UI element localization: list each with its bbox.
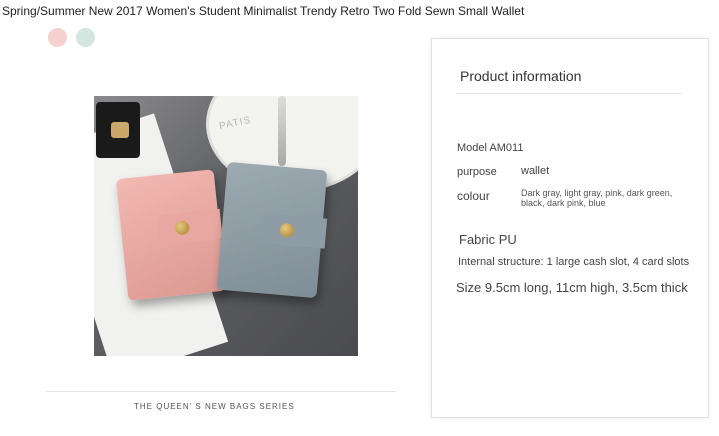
spec-internal-structure: Internal structure: 1 large cash slot, 4… <box>458 256 690 268</box>
wallet-strap <box>260 213 328 249</box>
product-title: Spring/Summer New 2017 Women's Student M… <box>2 4 525 18</box>
panel-heading: Product information <box>460 68 582 84</box>
wallet-strap <box>155 208 223 246</box>
product-info-panel <box>431 38 709 418</box>
bottle-cap <box>111 122 129 138</box>
spoon <box>278 96 286 166</box>
spec-size: Size 9.5cm long, 11cm high, 3.5cm thick <box>456 280 688 295</box>
snap-button <box>174 220 191 236</box>
spec-colour-label: colour <box>457 189 490 203</box>
spec-colour-value: Dark gray, light gray, pink, dark green,… <box>521 188 673 208</box>
wallet-blue <box>216 161 328 299</box>
color-swatch-green[interactable] <box>76 28 95 47</box>
spec-purpose-value: wallet <box>521 165 550 177</box>
spec-fabric: Fabric PU <box>459 232 517 247</box>
series-caption: THE QUEEN' S NEW BAGS SERIES <box>134 402 295 411</box>
perfume-bottle <box>96 102 140 158</box>
divider <box>46 391 396 392</box>
spec-purpose-label: purpose <box>457 166 497 178</box>
wallet-pink <box>115 169 227 301</box>
product-photo: PATIS <box>94 96 358 356</box>
panel-divider <box>456 93 681 94</box>
snap-button <box>279 222 295 238</box>
spec-model: Model AM011 <box>457 142 524 154</box>
color-swatch-pink[interactable] <box>48 28 67 47</box>
